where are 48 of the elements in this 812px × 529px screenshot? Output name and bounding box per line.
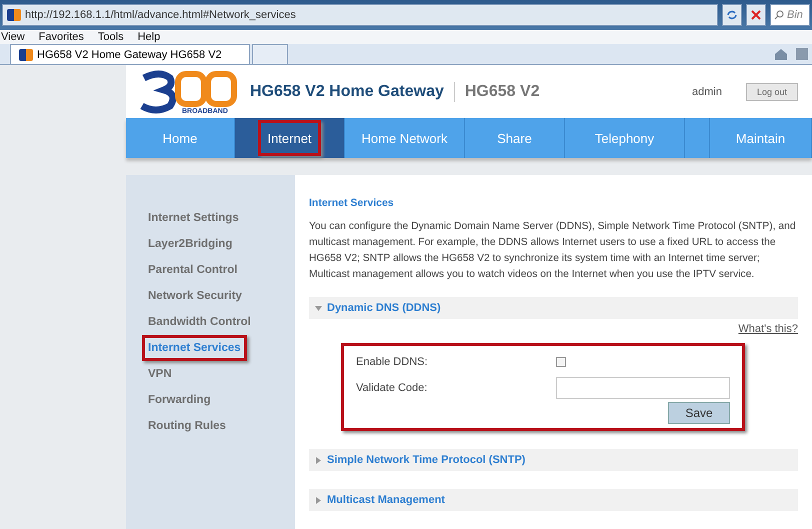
menu-item[interactable]: Help	[138, 30, 160, 43]
logout-button[interactable]: Log out	[746, 82, 798, 100]
sidebar-item[interactable]: Internet Services	[142, 335, 247, 361]
menu-item[interactable]: Tools	[98, 30, 124, 43]
expand-icon	[315, 496, 322, 504]
save-button[interactable]: Save	[668, 402, 730, 424]
nav-tab[interactable]: Share	[465, 118, 565, 158]
menu-item[interactable]: Favorites	[38, 30, 84, 43]
nav-tab[interactable]: Telephony	[565, 118, 685, 158]
description-text: You can configure the Dynamic Domain Name Server (DDNS), Simple Network Time Protocol (SNTP), and multicast management. For example, the DDNS allows Internet users to use a fixed URL to access the HG658 V2; SNTP allows the HG658 V2 to synchronize its system time with an Internet time server; Multicast management allows you to watch videos on the Internet when you use the IPTV service.	[309, 220, 797, 282]
sidebar-item[interactable]: Layer2Bridging	[142, 231, 238, 257]
field-label: Validate Code:	[356, 382, 428, 394]
search-icon	[774, 10, 784, 20]
section-header[interactable]: Simple Network Time Protocol (SNTP)	[309, 449, 798, 471]
gateway-title: HG658 V2 Home Gateway	[250, 82, 444, 100]
checkbox[interactable]	[556, 357, 566, 367]
sidebar-item[interactable]: Routing Rules	[142, 413, 232, 439]
sidebar-item[interactable]: VPN	[142, 361, 178, 387]
model-name: HG658 V2	[464, 82, 540, 100]
browser-tab[interactable]	[252, 44, 288, 64]
sidebar-item[interactable]: Parental Control	[142, 257, 244, 283]
section-header[interactable]: Dynamic DNS (DDNS)	[309, 297, 798, 319]
nav-tab[interactable]: Internet	[235, 118, 345, 158]
help-link[interactable]: What's this?	[738, 323, 798, 335]
user-name: admin	[692, 86, 722, 98]
section-title: Internet Services	[309, 197, 395, 209]
search-field[interactable]: Bin	[770, 4, 810, 26]
field-label: Enable DDNS:	[356, 356, 429, 368]
nav-tab[interactable]: Maintain	[710, 118, 812, 158]
sidebar-item[interactable]: Internet Settings	[142, 205, 245, 231]
home-icon[interactable]	[774, 48, 788, 60]
browser-tab[interactable]: HG658 V2 Home Gateway HG658 V2	[10, 44, 250, 64]
address-text: http://192.168.1.1/html/advance.html#Network_services	[25, 8, 296, 21]
section-header[interactable]: Multicast Management	[309, 489, 798, 511]
sidebar-item[interactable]: Bandwidth Control	[142, 309, 257, 335]
stop-button[interactable]	[746, 4, 766, 26]
expand-icon	[315, 456, 322, 464]
collapse-icon	[315, 304, 322, 312]
sidebar-item[interactable]: Forwarding	[142, 387, 217, 413]
input-field[interactable]	[556, 377, 730, 399]
menu-item[interactable]: View	[1, 30, 25, 43]
refresh-icon	[726, 8, 738, 21]
refresh-button[interactable]	[722, 4, 742, 26]
sidebar-item[interactable]: Network Security	[142, 283, 248, 309]
nav-tab[interactable]: Home Network	[345, 118, 465, 158]
site-icon	[7, 8, 21, 21]
close-icon	[751, 10, 761, 20]
address-field[interactable]: http://192.168.1.1/html/advance.html#Network_services	[2, 4, 718, 26]
